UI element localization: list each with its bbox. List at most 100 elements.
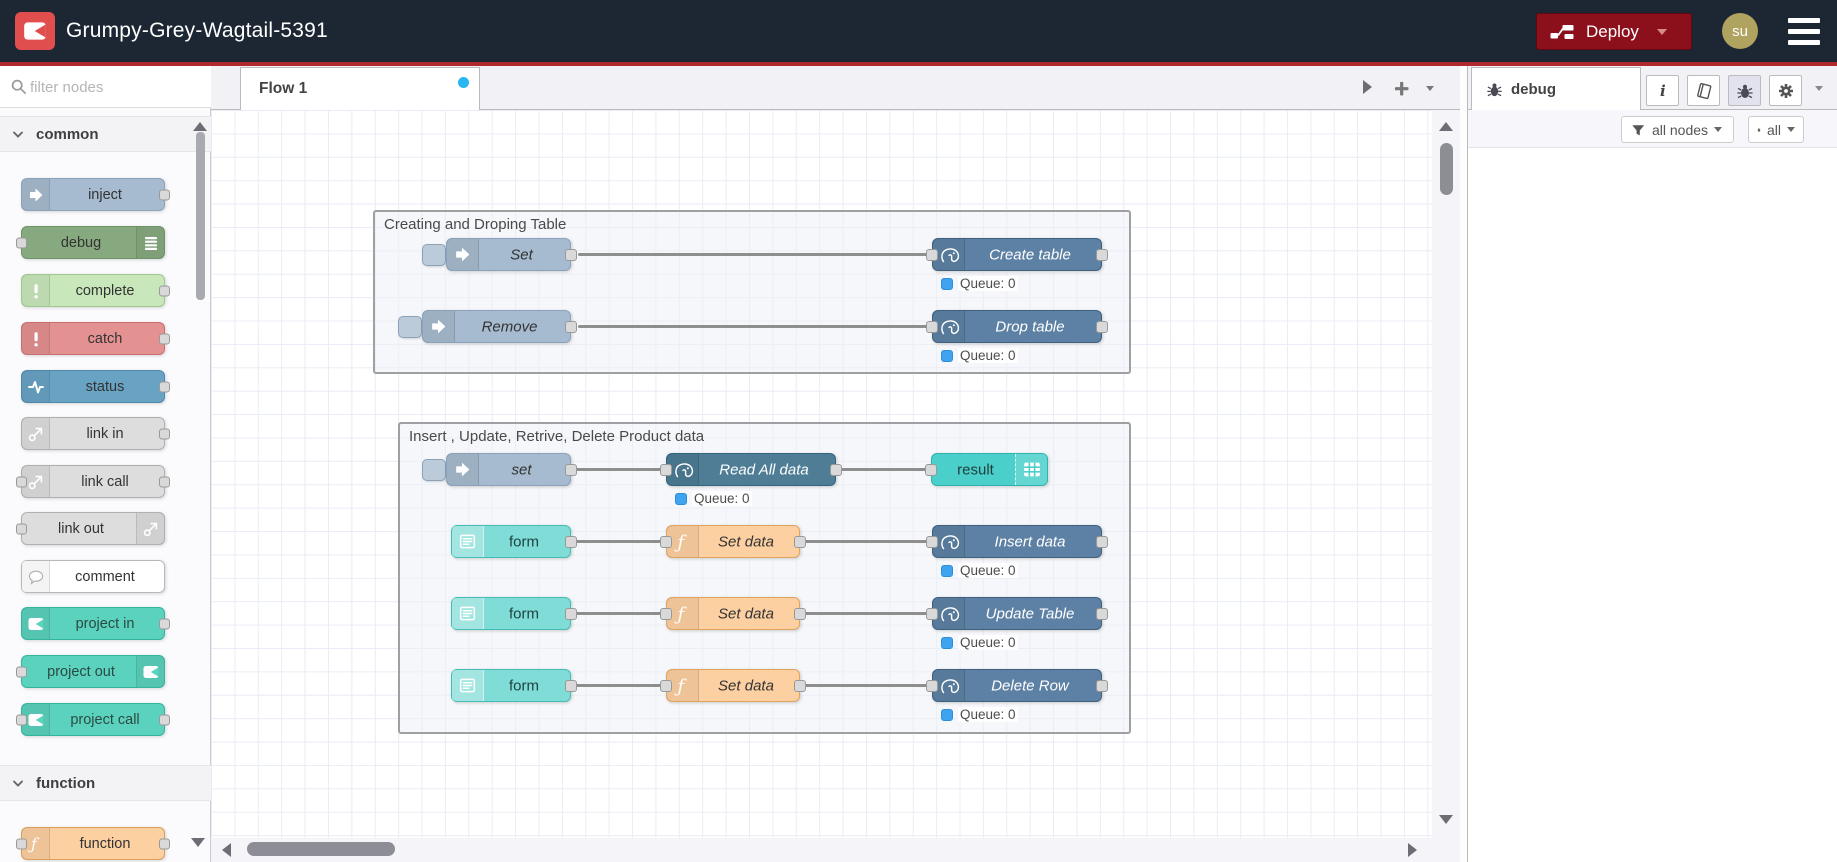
deploy-button[interactable]: Deploy — [1536, 13, 1692, 50]
node-form[interactable]: form — [451, 669, 577, 702]
node-function-set-data[interactable]: Set data — [660, 669, 806, 702]
palette-node-inject[interactable]: inject — [21, 178, 170, 211]
palette-node-link-out[interactable]: link out — [16, 512, 165, 545]
flow-canvas[interactable]: Creating and Droping Table Set Create ta… — [211, 110, 1432, 838]
output-port[interactable] — [159, 476, 170, 487]
tab-debug[interactable]: debug — [1471, 67, 1641, 110]
node-pg-read-all-data[interactable]: Read All data — [660, 453, 842, 486]
wire[interactable] — [804, 684, 928, 687]
tab-scroll-right-icon[interactable] — [1363, 80, 1372, 94]
node-inject-remove[interactable]: Remove — [422, 310, 577, 343]
wire[interactable] — [575, 540, 662, 543]
user-avatar[interactable]: su — [1722, 13, 1758, 49]
palette-node-function[interactable]: function — [16, 827, 170, 860]
debug-tab-button[interactable] — [1728, 75, 1761, 106]
output-port[interactable] — [159, 333, 170, 344]
palette-node-status[interactable]: status — [21, 370, 170, 403]
output-port[interactable] — [1096, 248, 1108, 261]
palette-search-input[interactable] — [30, 72, 200, 102]
input-port[interactable] — [16, 476, 27, 487]
wire[interactable] — [575, 468, 662, 471]
output-port[interactable] — [1096, 320, 1108, 333]
output-port[interactable] — [794, 535, 806, 548]
deploy-options-caret-icon[interactable] — [1656, 28, 1667, 35]
scroll-up-icon[interactable] — [1439, 122, 1453, 131]
output-port[interactable] — [794, 679, 806, 692]
sidebar-options-caret-icon[interactable] — [1815, 86, 1823, 91]
wire[interactable] — [804, 540, 928, 543]
wire[interactable] — [804, 612, 928, 615]
scroll-down-icon[interactable] — [1439, 815, 1453, 824]
output-port[interactable] — [1096, 535, 1108, 548]
output-port[interactable] — [159, 838, 170, 849]
node-form[interactable]: form — [451, 525, 577, 558]
node-function-set-data[interactable]: Set data — [660, 597, 806, 630]
input-port[interactable] — [16, 838, 27, 849]
input-port[interactable] — [926, 248, 938, 261]
palette-node-link-call[interactable]: link call — [16, 465, 170, 498]
debug-messages-panel[interactable] — [1468, 148, 1837, 862]
input-port[interactable] — [16, 523, 27, 534]
flow-list-caret-icon[interactable] — [1426, 86, 1434, 91]
palette-scroll-up-icon[interactable] — [193, 122, 207, 131]
node-pg-delete-row[interactable]: Delete Row — [926, 669, 1108, 702]
canvas-horizontal-scrollbar[interactable] — [211, 838, 1432, 862]
palette-node-catch[interactable]: catch — [21, 322, 170, 355]
palette-node-comment[interactable]: comment — [21, 560, 165, 593]
palette-search[interactable] — [0, 66, 211, 108]
output-port[interactable] — [159, 714, 170, 725]
debug-clear-button[interactable]: all — [1748, 116, 1804, 143]
node-form[interactable]: form — [451, 597, 577, 630]
input-port[interactable] — [660, 535, 672, 548]
config-tab-button[interactable] — [1769, 75, 1802, 106]
input-port[interactable] — [660, 463, 672, 476]
output-port[interactable] — [159, 428, 170, 439]
output-port[interactable] — [565, 607, 577, 620]
canvas-vertical-scrollbar[interactable] — [1432, 110, 1460, 838]
wire[interactable] — [578, 253, 930, 256]
node-function-set-data[interactable]: Set data — [660, 525, 806, 558]
palette-category-function[interactable]: function — [0, 765, 211, 801]
palette-node-project-in[interactable]: project in — [21, 607, 170, 640]
inject-button[interactable] — [422, 244, 446, 266]
vertical-scroll-thumb[interactable] — [1440, 143, 1453, 195]
input-port[interactable] — [925, 463, 937, 476]
scroll-right-icon[interactable] — [1408, 843, 1417, 857]
input-port[interactable] — [660, 607, 672, 620]
input-port[interactable] — [16, 714, 27, 725]
output-port[interactable] — [159, 189, 170, 200]
output-port[interactable] — [794, 607, 806, 620]
inject-button[interactable] — [398, 316, 422, 338]
output-port[interactable] — [830, 463, 842, 476]
input-port[interactable] — [16, 666, 27, 677]
help-tab-button[interactable] — [1687, 75, 1720, 106]
output-port[interactable] — [565, 535, 577, 548]
output-port[interactable] — [159, 618, 170, 629]
palette-node-link-in[interactable]: link in — [21, 417, 170, 450]
input-port[interactable] — [926, 679, 938, 692]
node-inject-set[interactable]: Set — [446, 238, 577, 271]
node-pg-insert-data[interactable]: Insert data — [926, 525, 1108, 558]
palette-node-project-call[interactable]: project call — [16, 703, 170, 736]
palette-node-project-out[interactable]: project out — [16, 655, 165, 688]
output-port[interactable] — [1096, 607, 1108, 620]
output-port[interactable] — [1096, 679, 1108, 692]
input-port[interactable] — [660, 679, 672, 692]
wire[interactable] — [575, 612, 662, 615]
inject-button[interactable] — [422, 459, 446, 481]
palette-scrollbar[interactable] — [196, 132, 205, 300]
main-menu-button[interactable] — [1788, 18, 1820, 45]
node-pg-drop-table[interactable]: Drop table — [926, 310, 1108, 343]
wire[interactable] — [578, 325, 930, 328]
node-pg-update-table[interactable]: Update Table — [926, 597, 1108, 630]
output-port[interactable] — [159, 285, 170, 296]
wire[interactable] — [575, 684, 662, 687]
palette-node-complete[interactable]: complete — [21, 274, 170, 307]
wire[interactable] — [840, 468, 927, 471]
palette-node-debug[interactable]: debug — [16, 226, 165, 259]
node-inject-set-lower[interactable]: set — [446, 453, 577, 486]
output-port[interactable] — [159, 381, 170, 392]
input-port[interactable] — [16, 237, 27, 248]
horizontal-scroll-thumb[interactable] — [247, 842, 395, 856]
tab-flow-1[interactable]: Flow 1 — [240, 67, 480, 110]
